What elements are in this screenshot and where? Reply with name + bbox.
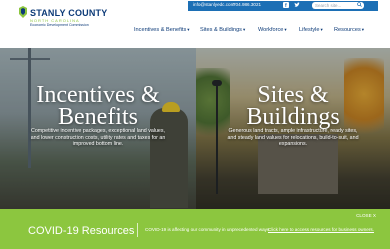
chevron-down-icon: ▾ bbox=[361, 27, 364, 32]
covid-text: COVID-19 is affecting our community in u… bbox=[145, 227, 271, 232]
twitter-icon[interactable] bbox=[294, 2, 300, 8]
nav-lifestyle[interactable]: Lifestyle▾ bbox=[299, 27, 323, 33]
covid-resources-link[interactable]: Click here to access resources for busin… bbox=[268, 227, 374, 232]
hero-title-sites: Sites & Buildings bbox=[196, 82, 390, 130]
hero-title-line: Buildings bbox=[246, 104, 340, 130]
hero-title-line: Incentives & bbox=[36, 82, 160, 108]
hero-description-sites: Generous land tracts, ample infrastructu… bbox=[227, 128, 359, 148]
hero-title-line: Benefits bbox=[58, 104, 138, 130]
chevron-down-icon: ▾ bbox=[187, 27, 190, 32]
search-icon[interactable] bbox=[357, 2, 362, 9]
chevron-down-icon: ▾ bbox=[242, 27, 246, 32]
logo-title: STANLY COUNTY bbox=[30, 8, 108, 18]
nav-label: Incentives & Benefits bbox=[134, 27, 187, 33]
nav-sites-buildings[interactable]: Sites & Buildings▾ bbox=[200, 27, 245, 33]
facebook-icon[interactable]: f bbox=[283, 2, 289, 9]
hero-panel-incentives[interactable]: Incentives & Benefits Competitive incent… bbox=[0, 48, 196, 211]
hero-panel-sites[interactable]: Sites & Buildings Generous land tracts, … bbox=[196, 48, 390, 211]
phone-link[interactable]: 704.986.3021 bbox=[233, 2, 261, 7]
covid-title: COVID-19 Resources bbox=[28, 225, 135, 237]
close-button[interactable]: CLOSE X bbox=[356, 213, 376, 218]
email-link[interactable]: info@stanlyedc.com bbox=[193, 2, 234, 7]
chevron-down-icon: ▾ bbox=[284, 27, 287, 32]
nav-incentives-benefits[interactable]: Incentives & Benefits▾ bbox=[134, 27, 189, 33]
logo-tagline: Economic Development Commission bbox=[30, 23, 89, 27]
logo-mark-icon bbox=[19, 6, 27, 18]
nav-label: Sites & Buildings bbox=[200, 27, 242, 33]
nav-label: Resources bbox=[334, 27, 361, 33]
nav-resources[interactable]: Resources▾ bbox=[334, 27, 364, 33]
nav-workforce[interactable]: Workforce▾ bbox=[258, 27, 287, 33]
covid-divider bbox=[137, 223, 138, 237]
hero-title-incentives: Incentives & Benefits bbox=[0, 82, 196, 130]
search-input[interactable]: Search site... bbox=[312, 2, 364, 9]
hero-title-line: Sites & bbox=[257, 82, 329, 108]
hero-description-incentives: Competitive incentive packages, exceptio… bbox=[30, 128, 166, 148]
search-placeholder: Search site... bbox=[315, 3, 342, 8]
chevron-down-icon: ▾ bbox=[320, 27, 323, 32]
nav-label: Workforce bbox=[258, 27, 284, 33]
covid-banner: CLOSE X COVID-19 Resources COVID-19 is a… bbox=[0, 209, 390, 249]
nav-label: Lifestyle bbox=[299, 27, 320, 33]
